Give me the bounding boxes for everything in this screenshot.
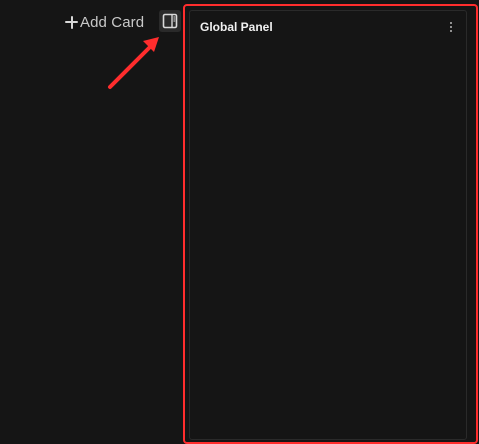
add-card-button[interactable]: Add Card [65,11,144,33]
panel-title: Global Panel [200,20,273,34]
toolbar: Add Card [0,0,183,42]
menu-dot [450,22,452,24]
menu-dot [450,30,452,32]
sidebar-panel-icon [162,13,178,29]
more-vertical-icon[interactable] [446,19,456,35]
global-panel: Global Panel [189,10,467,440]
plus-icon [65,15,78,29]
menu-dot [450,26,452,28]
panel-header: Global Panel [190,11,466,43]
panel-toggle-button[interactable] [159,10,181,32]
add-card-label: Add Card [80,13,145,31]
